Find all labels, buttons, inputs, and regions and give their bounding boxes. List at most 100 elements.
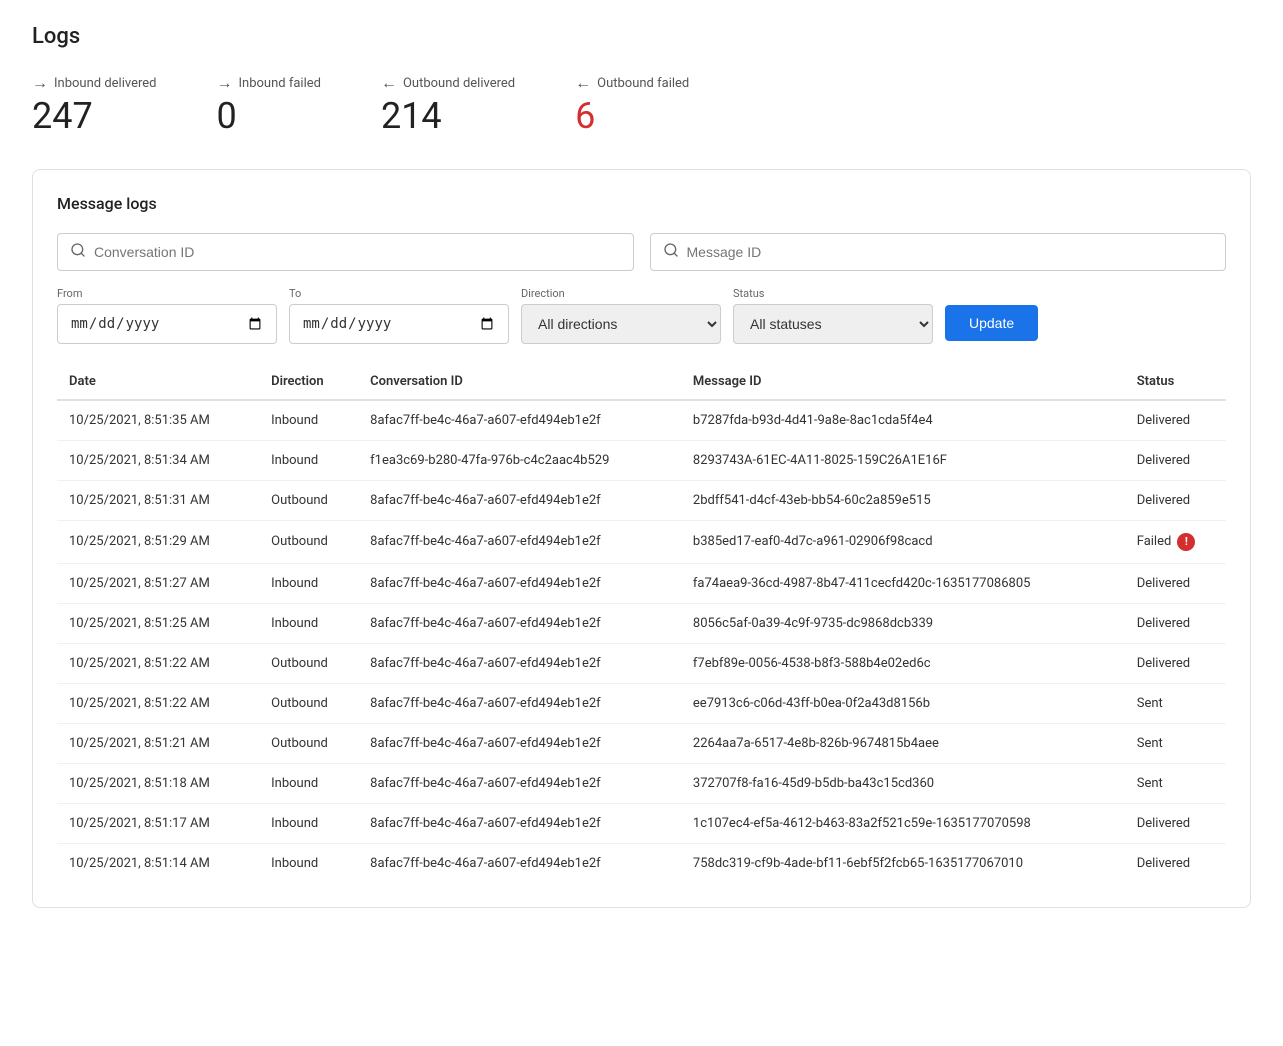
col-status: Status [1125, 364, 1226, 400]
stat-outbound-failed-label: Outbound failed [597, 76, 689, 91]
stat-inbound-failed: → Inbound failed 0 [217, 73, 321, 137]
cell-status: Failed ! [1125, 520, 1226, 563]
cell-conversation-id: 8afac7ff-be4c-46a7-a607-efd494eb1e2f [358, 400, 681, 441]
cell-date: 10/25/2021, 8:51:27 AM [57, 563, 259, 603]
table-container: Date Direction Conversation ID Message I… [57, 364, 1226, 883]
table-row: 10/25/2021, 8:51:35 AMInbound8afac7ff-be… [57, 400, 1226, 441]
table-header-row: Date Direction Conversation ID Message I… [57, 364, 1226, 400]
cell-message-id: 2bdff541-d4cf-43eb-bb54-60c2a859e515 [681, 480, 1125, 520]
cell-direction: Outbound [259, 683, 358, 723]
cell-direction: Outbound [259, 723, 358, 763]
stat-inbound-failed-label: Inbound failed [239, 76, 321, 91]
cell-status: Sent [1125, 723, 1226, 763]
cell-direction: Inbound [259, 763, 358, 803]
direction-select-label: Direction [521, 287, 721, 300]
cell-date: 10/25/2021, 8:51:29 AM [57, 520, 259, 563]
col-conversation-id: Conversation ID [358, 364, 681, 400]
stat-outbound-delivered-value: 214 [381, 97, 515, 137]
to-date-wrap: To [289, 287, 509, 344]
outbound-failed-icon: ← [575, 73, 591, 93]
filter-row: From To Direction All directionsInboundO… [57, 287, 1226, 344]
cell-date: 10/25/2021, 8:51:25 AM [57, 603, 259, 643]
cell-conversation-id: 8afac7ff-be4c-46a7-a607-efd494eb1e2f [358, 803, 681, 843]
cell-conversation-id: 8afac7ff-be4c-46a7-a607-efd494eb1e2f [358, 723, 681, 763]
col-date: Date [57, 364, 259, 400]
table-row: 10/25/2021, 8:51:25 AMInbound8afac7ff-be… [57, 603, 1226, 643]
cell-message-id: ee7913c6-c06d-43ff-b0ea-0f2a43d8156b [681, 683, 1125, 723]
cell-conversation-id: 8afac7ff-be4c-46a7-a607-efd494eb1e2f [358, 843, 681, 883]
cell-message-id: 2264aa7a-6517-4e8b-826b-9674815b4aee [681, 723, 1125, 763]
inbound-failed-icon: → [217, 73, 233, 93]
cell-message-id: 8293743A-61EC-4A11-8025-159C26A1E16F [681, 440, 1125, 480]
to-date-label: To [289, 287, 509, 300]
stat-inbound-delivered: → Inbound delivered 247 [32, 73, 157, 137]
cell-direction: Inbound [259, 803, 358, 843]
cell-message-id: 372707f8-fa16-45d9-b5db-ba43c15cd360 [681, 763, 1125, 803]
col-direction: Direction [259, 364, 358, 400]
cell-status: Sent [1125, 683, 1226, 723]
stat-inbound-delivered-label: Inbound delivered [54, 76, 157, 91]
cell-direction: Inbound [259, 400, 358, 441]
cell-date: 10/25/2021, 8:51:17 AM [57, 803, 259, 843]
cell-message-id: b385ed17-eaf0-4d7c-a961-02906f98cacd [681, 520, 1125, 563]
cell-conversation-id: 8afac7ff-be4c-46a7-a607-efd494eb1e2f [358, 563, 681, 603]
table-row: 10/25/2021, 8:51:17 AMInbound8afac7ff-be… [57, 803, 1226, 843]
status-text: Failed [1137, 534, 1172, 549]
cell-direction: Inbound [259, 440, 358, 480]
table-row: 10/25/2021, 8:51:14 AMInbound8afac7ff-be… [57, 843, 1226, 883]
cell-date: 10/25/2021, 8:51:34 AM [57, 440, 259, 480]
status-select[interactable]: All statusesDeliveredFailedSent [733, 304, 933, 344]
outbound-delivered-icon: ← [381, 73, 397, 93]
cell-message-id: b7287fda-b93d-4d41-9a8e-8ac1cda5f4e4 [681, 400, 1125, 441]
cell-status: Delivered [1125, 563, 1226, 603]
table-row: 10/25/2021, 8:51:22 AMOutbound8afac7ff-b… [57, 683, 1226, 723]
page-title: Logs [32, 24, 1251, 49]
cell-date: 10/25/2021, 8:51:31 AM [57, 480, 259, 520]
table-row: 10/25/2021, 8:51:21 AMOutbound8afac7ff-b… [57, 723, 1226, 763]
stat-outbound-delivered-label: Outbound delivered [403, 76, 515, 91]
stat-outbound-delivered: ← Outbound delivered 214 [381, 73, 515, 137]
cell-message-id: 8056c5af-0a39-4c9f-9735-dc9868dcb339 [681, 603, 1125, 643]
cell-status: Delivered [1125, 400, 1226, 441]
table-row: 10/25/2021, 8:51:18 AMInbound8afac7ff-be… [57, 763, 1226, 803]
message-logs-card: Message logs Fro [32, 169, 1251, 908]
update-button[interactable]: Update [945, 305, 1038, 341]
conversation-id-input[interactable] [94, 244, 621, 260]
cell-date: 10/25/2021, 8:51:14 AM [57, 843, 259, 883]
stat-outbound-failed-value: 6 [575, 97, 689, 137]
to-date-input[interactable] [289, 304, 509, 344]
direction-select-wrap: Direction All directionsInboundOutbound [521, 287, 721, 344]
col-message-id: Message ID [681, 364, 1125, 400]
search-row [57, 233, 1226, 271]
cell-direction: Inbound [259, 603, 358, 643]
cell-status: Delivered [1125, 643, 1226, 683]
cell-direction: Inbound [259, 843, 358, 883]
cell-date: 10/25/2021, 8:51:22 AM [57, 643, 259, 683]
stat-inbound-delivered-value: 247 [32, 97, 157, 137]
message-search-box [650, 233, 1227, 271]
cell-message-id: 1c107ec4-ef5a-4612-b463-83a2f521c59e-163… [681, 803, 1125, 843]
from-date-input[interactable] [57, 304, 277, 344]
cell-message-id: f7ebf89e-0056-4538-b8f3-588b4e02ed6c [681, 643, 1125, 683]
cell-status: Sent [1125, 763, 1226, 803]
cell-status: Delivered [1125, 440, 1226, 480]
cell-date: 10/25/2021, 8:51:22 AM [57, 683, 259, 723]
direction-select[interactable]: All directionsInboundOutbound [521, 304, 721, 344]
inbound-delivered-icon: → [32, 73, 48, 93]
cell-status: Delivered [1125, 603, 1226, 643]
cell-conversation-id: 8afac7ff-be4c-46a7-a607-efd494eb1e2f [358, 480, 681, 520]
table-row: 10/25/2021, 8:51:31 AMOutbound8afac7ff-b… [57, 480, 1226, 520]
cell-conversation-id: 8afac7ff-be4c-46a7-a607-efd494eb1e2f [358, 603, 681, 643]
message-id-input[interactable] [687, 244, 1214, 260]
cell-conversation-id: 8afac7ff-be4c-46a7-a607-efd494eb1e2f [358, 683, 681, 723]
message-search-icon [663, 242, 679, 262]
conversation-search-icon [70, 242, 86, 262]
conversation-search-box [57, 233, 634, 271]
cell-status: Delivered [1125, 480, 1226, 520]
cell-date: 10/25/2021, 8:51:21 AM [57, 723, 259, 763]
status-select-label: Status [733, 287, 933, 300]
table-header: Date Direction Conversation ID Message I… [57, 364, 1226, 400]
cell-direction: Outbound [259, 643, 358, 683]
cell-conversation-id: 8afac7ff-be4c-46a7-a607-efd494eb1e2f [358, 763, 681, 803]
table-row: 10/25/2021, 8:51:27 AMInbound8afac7ff-be… [57, 563, 1226, 603]
